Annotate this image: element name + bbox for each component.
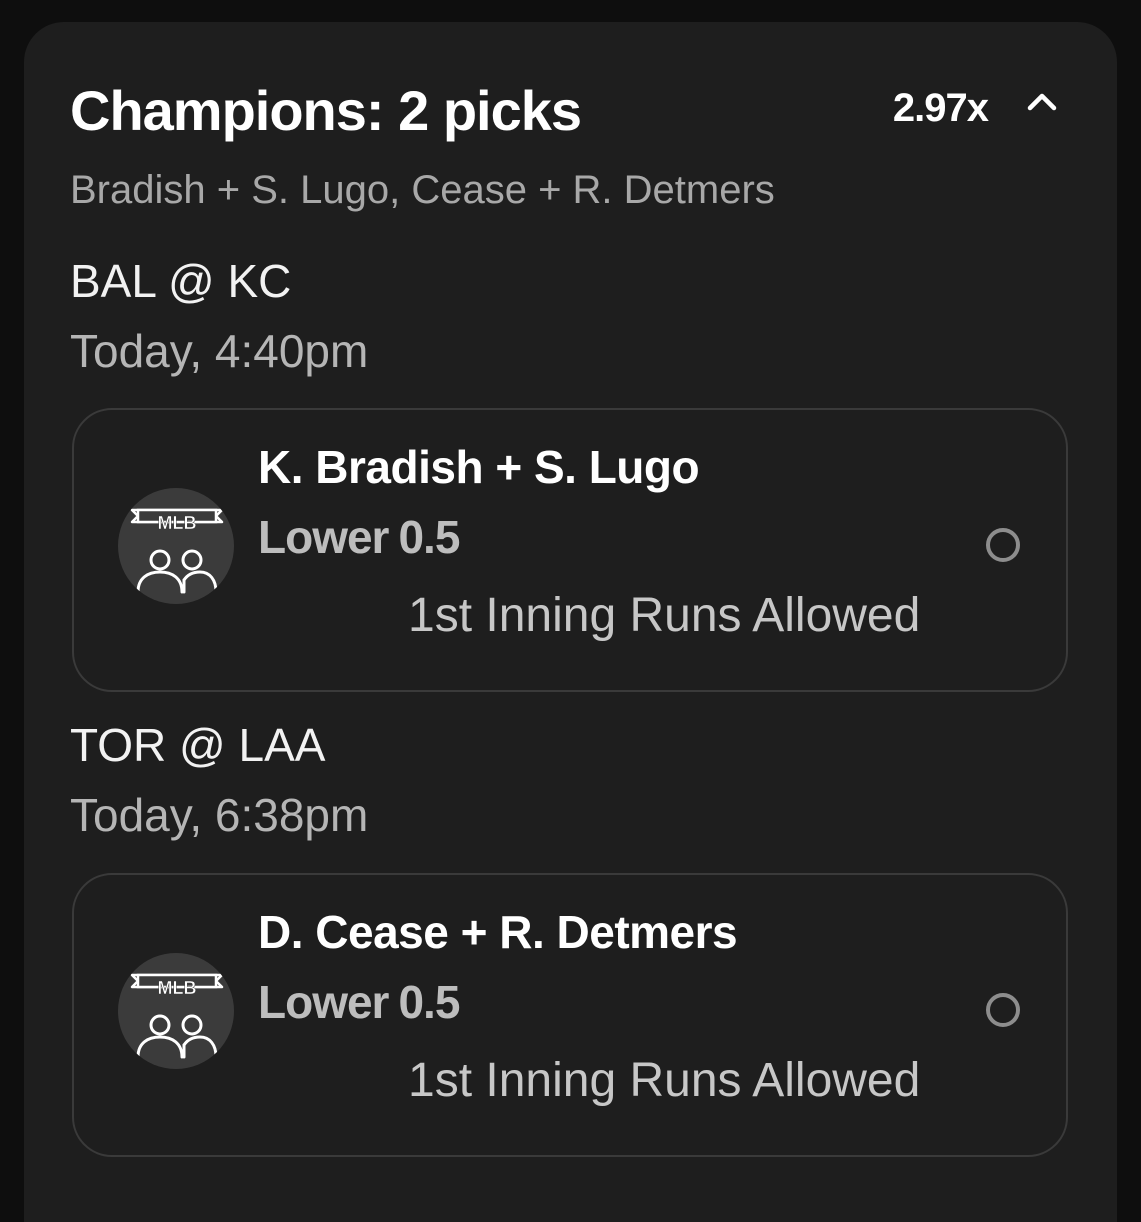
pick-players: K. Bradish + S. Lugo — [258, 441, 700, 493]
pick-card[interactable]: MLB K. Bradish + S. Lugo Lower 0.5 1st In… — [72, 408, 1068, 692]
game-time: Today, 6:38pm — [70, 789, 369, 841]
game-time: Today, 4:40pm — [70, 325, 369, 377]
payout-multiplier: 2.97x — [892, 86, 989, 130]
entry-picks-summary: Bradish + S. Lugo, Cease + R. Detmers — [70, 168, 775, 212]
pick-card[interactable]: MLB D. Cease + R. Detmers Lower 0.5 1st I… — [72, 873, 1068, 1157]
pick-line-value: 0.5 — [398, 511, 460, 563]
pick-status-radio[interactable] — [986, 528, 1020, 562]
pick-line-value: 0.5 — [398, 976, 460, 1028]
league-badge: MLB — [158, 978, 197, 998]
pick-stat-type: 1st Inning Runs Allowed — [408, 1054, 921, 1107]
game-matchup: TOR @ LAA — [70, 719, 326, 771]
pick-status-radio[interactable] — [986, 993, 1020, 1027]
pick-projection: Lower 0.5 — [258, 510, 460, 564]
pick-players: D. Cease + R. Detmers — [258, 906, 738, 958]
game-matchup: BAL @ KC — [70, 255, 292, 307]
entry-header: Champions: 2 picks 2.97x — [70, 78, 1060, 142]
league-badge: MLB — [158, 513, 197, 533]
chevron-up-icon — [1027, 93, 1057, 111]
entry-title: Champions: 2 picks — [70, 79, 582, 142]
mlb-combo-players-icon: MLB — [118, 488, 234, 604]
pick-direction: Lower — [258, 511, 389, 563]
collapse-button[interactable] — [1024, 84, 1060, 120]
mlb-combo-players-icon: MLB — [118, 953, 234, 1069]
pick-stat-type: 1st Inning Runs Allowed — [408, 589, 921, 642]
pick-direction: Lower — [258, 976, 389, 1028]
pick-projection: Lower 0.5 — [258, 975, 460, 1029]
